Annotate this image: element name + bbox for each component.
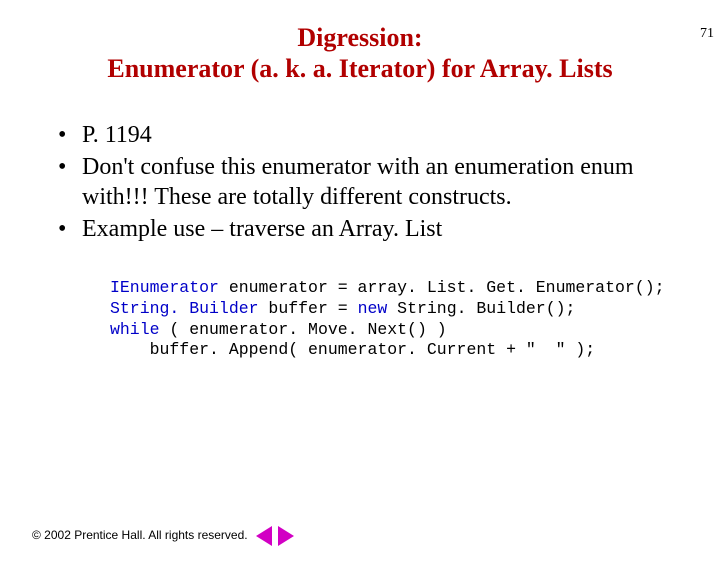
nav-arrows xyxy=(256,526,294,546)
slide-title: Digression: Enumerator (a. k. a. Iterato… xyxy=(0,22,720,84)
code-keyword: IEnumerator xyxy=(110,278,219,297)
code-text: String. Builder(); xyxy=(387,299,575,318)
code-text: enumerator = array. List. Get. Enumerato… xyxy=(219,278,665,297)
title-line-2: Enumerator (a. k. a. Iterator) for Array… xyxy=(107,54,612,83)
code-text: buffer. Append( enumerator. Current + " … xyxy=(110,340,595,359)
list-item: Don't confuse this enumerator with an en… xyxy=(58,152,680,212)
list-item: Example use – traverse an Array. List xyxy=(58,214,680,244)
code-text: ( enumerator. Move. Next() ) xyxy=(160,320,447,339)
next-arrow-icon[interactable] xyxy=(278,526,294,546)
code-keyword: while xyxy=(110,320,160,339)
title-line-1: Digression: xyxy=(297,23,422,52)
prev-arrow-icon[interactable] xyxy=(256,526,272,546)
list-item: P. 1194 xyxy=(58,120,680,150)
code-example: IEnumerator enumerator = array. List. Ge… xyxy=(110,278,720,361)
code-keyword: String. Builder xyxy=(110,299,259,318)
code-keyword: new xyxy=(358,299,388,318)
bullet-list: P. 1194 Don't confuse this enumerator wi… xyxy=(0,120,720,244)
page-number: 71 xyxy=(700,26,714,42)
code-text: buffer = xyxy=(259,299,358,318)
